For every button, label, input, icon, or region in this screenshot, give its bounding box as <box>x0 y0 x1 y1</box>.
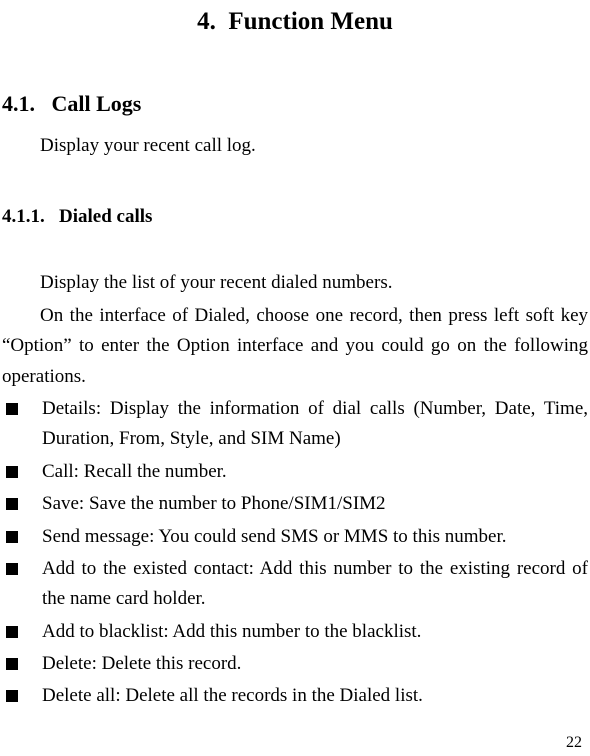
list-item: Call: Recall the number. <box>2 457 588 487</box>
list-item-text: Add to the existed contact: Add this num… <box>42 558 588 609</box>
list-item-text: Delete: Delete this record. <box>42 653 241 674</box>
list-item: Add to the existed contact: Add this num… <box>2 554 588 615</box>
subsection-number: 4.1.1. <box>2 206 45 227</box>
list-item-text: Delete all: Delete all the records in th… <box>42 685 423 706</box>
list-item: Send message: You could send SMS or MMS … <box>2 522 588 552</box>
square-bullet-icon <box>6 658 18 670</box>
list-item: Delete all: Delete all the records in th… <box>2 681 588 711</box>
page-number: 22 <box>566 734 582 752</box>
section-number: 4.1. <box>2 91 35 116</box>
subsection-paragraph-1: Display the list of your recent dialed n… <box>0 268 590 298</box>
list-item: Details: Display the information of dial… <box>2 394 588 455</box>
section-paragraph: Display your recent call log. <box>0 131 590 161</box>
chapter-number: 4. <box>197 8 216 35</box>
subsection-title: 4.1.1. Dialed calls <box>2 206 590 228</box>
square-bullet-icon <box>6 466 18 478</box>
chapter-title: 4. Function Menu <box>0 8 590 36</box>
square-bullet-icon <box>6 690 18 702</box>
list-item: Delete: Delete this record. <box>2 649 588 679</box>
section-title: 4.1. Call Logs <box>2 91 590 117</box>
square-bullet-icon <box>6 498 18 510</box>
chapter-title-text: Function Menu <box>228 8 393 35</box>
list-item: Save: Save the number to Phone/SIM1/SIM2 <box>2 489 588 519</box>
list-item-text: Add to blacklist: Add this number to the… <box>42 621 421 642</box>
square-bullet-icon <box>6 626 18 638</box>
section-title-text: Call Logs <box>52 91 142 116</box>
subsection-title-text: Dialed calls <box>59 206 152 227</box>
square-bullet-icon <box>6 563 18 575</box>
list-item-text: Call: Recall the number. <box>42 461 227 482</box>
list-item-text: Details: Display the information of dial… <box>42 398 588 449</box>
list-item-text: Send message: You could send SMS or MMS … <box>42 526 506 547</box>
list-item: Add to blacklist: Add this number to the… <box>2 617 588 647</box>
square-bullet-icon <box>6 531 18 543</box>
subsection-paragraph-2: On the interface of Dialed, choose one r… <box>0 301 590 392</box>
list-item-text: Save: Save the number to Phone/SIM1/SIM2 <box>42 493 386 514</box>
bullet-list: Details: Display the information of dial… <box>0 394 590 712</box>
square-bullet-icon <box>6 403 18 415</box>
